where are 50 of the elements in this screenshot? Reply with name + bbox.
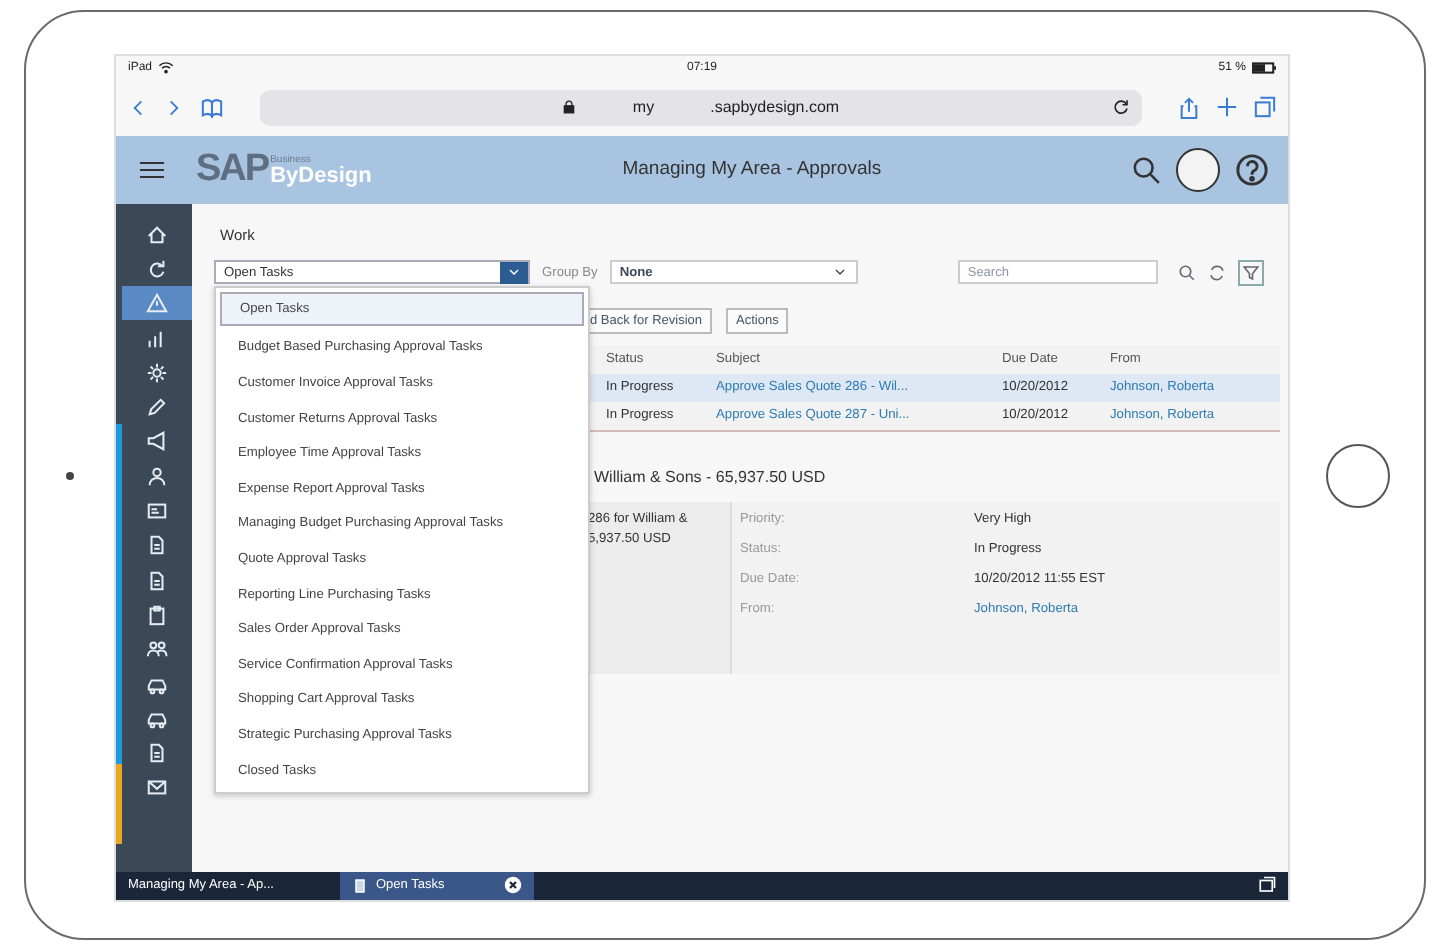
person-icon xyxy=(146,465,168,488)
document-icon xyxy=(146,534,168,557)
clipboard-icon xyxy=(146,603,168,626)
back-icon xyxy=(128,97,148,117)
lock-icon xyxy=(562,100,577,114)
plus-icon xyxy=(1216,96,1238,118)
address-bar[interactable]: my .sapbydesign.com xyxy=(260,89,1142,125)
document-icon xyxy=(146,569,168,592)
gear-icon xyxy=(146,361,168,384)
card-icon xyxy=(146,500,168,523)
warning-icon xyxy=(146,292,168,315)
home-icon xyxy=(146,223,168,246)
logo-text: SAP xyxy=(196,150,269,188)
people-icon xyxy=(146,638,168,661)
bar-chart-icon xyxy=(146,327,168,350)
menu-icon xyxy=(136,157,168,181)
reload-icon xyxy=(1112,98,1130,116)
chevron-down-icon xyxy=(506,264,522,280)
book-icon xyxy=(200,96,224,118)
pencil-icon xyxy=(146,396,168,419)
avatar-button[interactable] xyxy=(1176,147,1220,191)
share-icon xyxy=(1178,95,1200,119)
camera-dot xyxy=(66,471,74,479)
window-icon xyxy=(1258,876,1276,894)
refresh-icon xyxy=(146,257,168,280)
close-icon xyxy=(504,876,522,894)
car-icon xyxy=(146,673,168,695)
help-icon xyxy=(1236,153,1268,185)
megaphone-icon xyxy=(146,430,168,453)
detail-title: William & Sons - 65,937.50 USD xyxy=(594,467,828,485)
document-icon xyxy=(146,742,168,765)
tabs-icon xyxy=(1254,96,1276,118)
search-icon xyxy=(1177,263,1196,281)
chevron-down-icon xyxy=(831,264,848,280)
page-title: Managing My Area - Approvals xyxy=(620,158,884,180)
forward-icon xyxy=(164,97,184,117)
car-icon xyxy=(146,707,168,730)
document-icon xyxy=(352,877,368,893)
envelope-icon xyxy=(146,776,168,799)
refresh-icon xyxy=(1207,263,1226,281)
wifi-icon xyxy=(158,60,175,74)
search-icon xyxy=(1132,155,1160,183)
sidebar-item[interactable] xyxy=(122,286,192,321)
filter-button[interactable] xyxy=(1237,259,1264,285)
url-text: my xyxy=(632,98,655,116)
url-text: .sapbydesign.com xyxy=(710,98,840,116)
battery-icon xyxy=(1251,61,1276,73)
filter-icon xyxy=(1241,263,1260,281)
logo-subtitle: ByDesign xyxy=(270,166,372,188)
home-button[interactable] xyxy=(1325,443,1389,507)
